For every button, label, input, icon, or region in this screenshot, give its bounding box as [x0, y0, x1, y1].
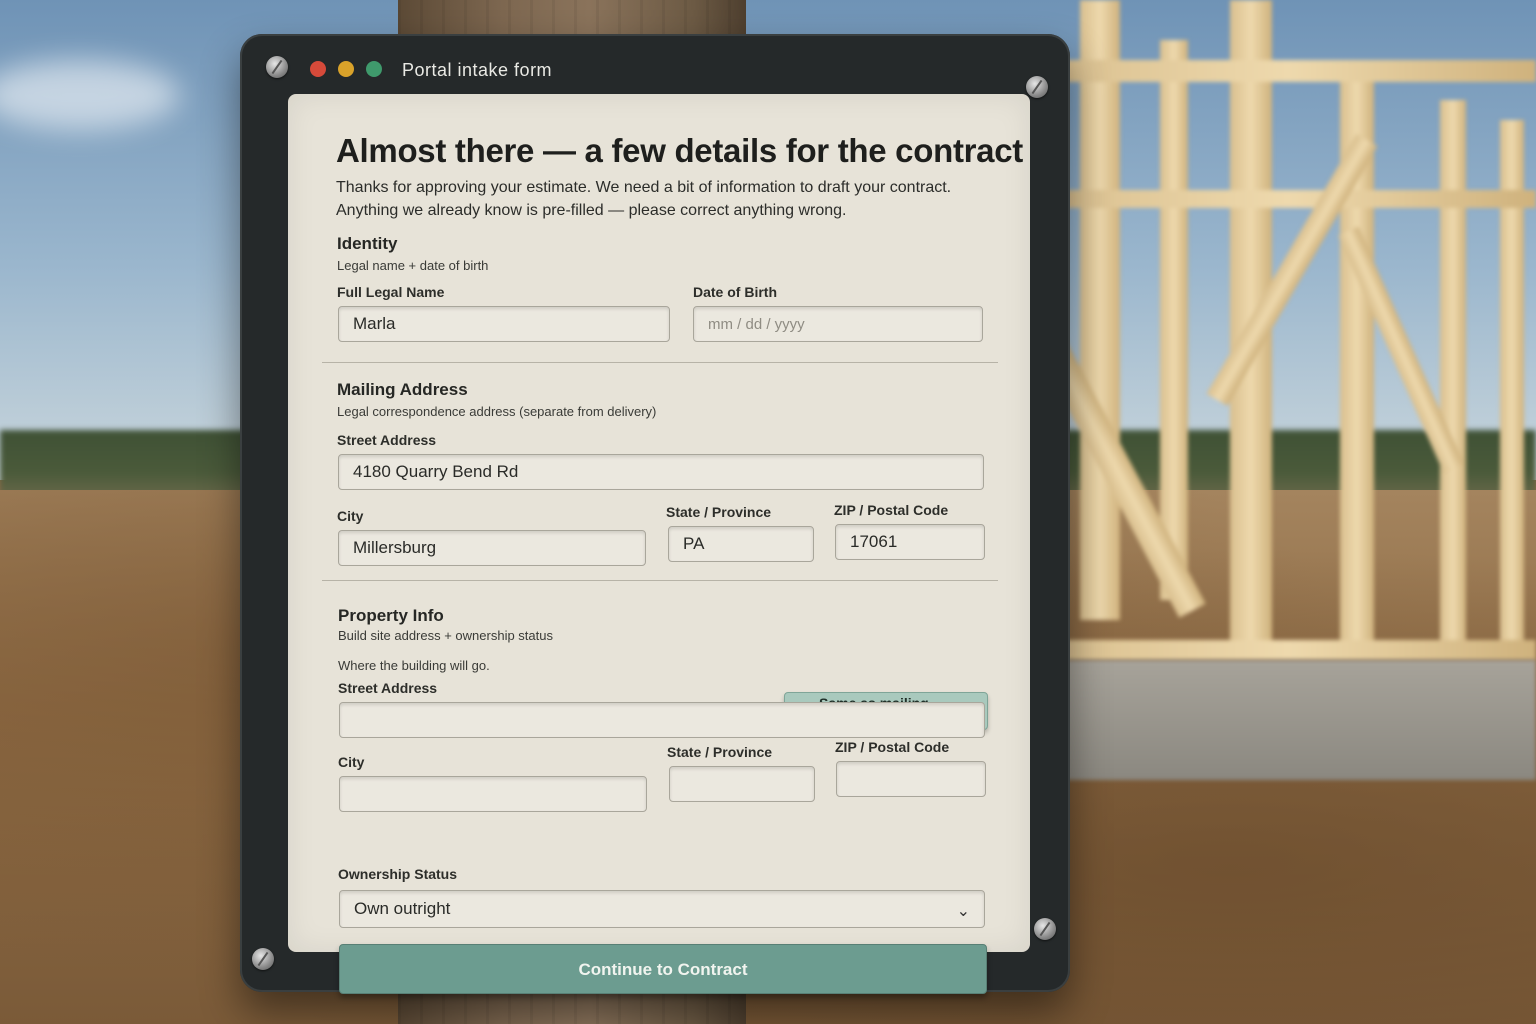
mailing-zip-label: ZIP / Postal Code: [834, 502, 949, 518]
foundation-slab: [1060, 660, 1536, 780]
intro-line: Anything we already know is pre-filled —…: [336, 202, 847, 219]
app-window: Portal intake form Almost there — a few …: [240, 34, 1070, 994]
mailing-city-input[interactable]: [338, 530, 646, 566]
ownership-value: Own outright: [354, 899, 451, 918]
property-state-label: State / Province: [667, 744, 773, 760]
chevron-down-icon: ⌄: [956, 903, 970, 920]
property-section-subtitle: Build site address + ownership status: [338, 628, 553, 643]
property-hint: Where the building will go.: [338, 658, 490, 673]
ownership-select[interactable]: Own outright ⌄: [339, 890, 985, 928]
mailing-section-title: Mailing Address: [337, 380, 468, 399]
property-section-title: Property Info: [338, 606, 444, 625]
intro-line: Thanks for approving your estimate. We n…: [336, 179, 952, 196]
full-name-input[interactable]: [338, 306, 670, 342]
property-state-input[interactable]: [669, 766, 815, 802]
window-title: Portal intake form: [402, 60, 553, 80]
full-name-label: Full Legal Name: [337, 284, 445, 300]
property-zip-input[interactable]: [836, 761, 986, 797]
property-zip-label: ZIP / Postal Code: [835, 739, 950, 755]
minimize-window-button[interactable]: [338, 61, 354, 77]
continue-to-contract-button[interactable]: Continue to Contract: [339, 944, 987, 994]
bolt-icon: [1034, 918, 1056, 940]
bolt-icon: [252, 948, 274, 970]
intake-form: Almost there — a few details for the con…: [288, 94, 1030, 994]
section-divider: [322, 362, 998, 363]
dob-input[interactable]: [693, 306, 983, 342]
bolt-icon: [1026, 76, 1048, 98]
property-street-input[interactable]: [339, 702, 985, 738]
mailing-street-label: Street Address: [337, 432, 437, 448]
form-intro: Thanks for approving your estimate. We n…: [336, 176, 996, 222]
identity-section-title: Identity: [337, 234, 398, 253]
close-window-button[interactable]: [310, 61, 326, 77]
ownership-label: Ownership Status: [338, 866, 458, 882]
property-city-label: City: [338, 754, 365, 770]
mailing-street-input[interactable]: [338, 454, 984, 490]
dob-label: Date of Birth: [693, 284, 777, 300]
identity-section-subtitle: Legal name + date of birth: [337, 258, 489, 273]
section-divider: [322, 580, 998, 581]
property-street-label: Street Address: [338, 680, 438, 696]
maximize-window-button[interactable]: [366, 61, 382, 77]
property-city-input[interactable]: [339, 776, 647, 812]
mailing-state-label: State / Province: [666, 504, 772, 520]
mailing-section-subtitle: Legal correspondence address (separate f…: [337, 404, 657, 419]
bolt-icon: [266, 56, 288, 78]
mailing-zip-input[interactable]: [835, 524, 985, 560]
mailing-state-input[interactable]: [668, 526, 814, 562]
form-title: Almost there — a few details for the con…: [336, 132, 1023, 169]
mailing-city-label: City: [337, 508, 364, 524]
